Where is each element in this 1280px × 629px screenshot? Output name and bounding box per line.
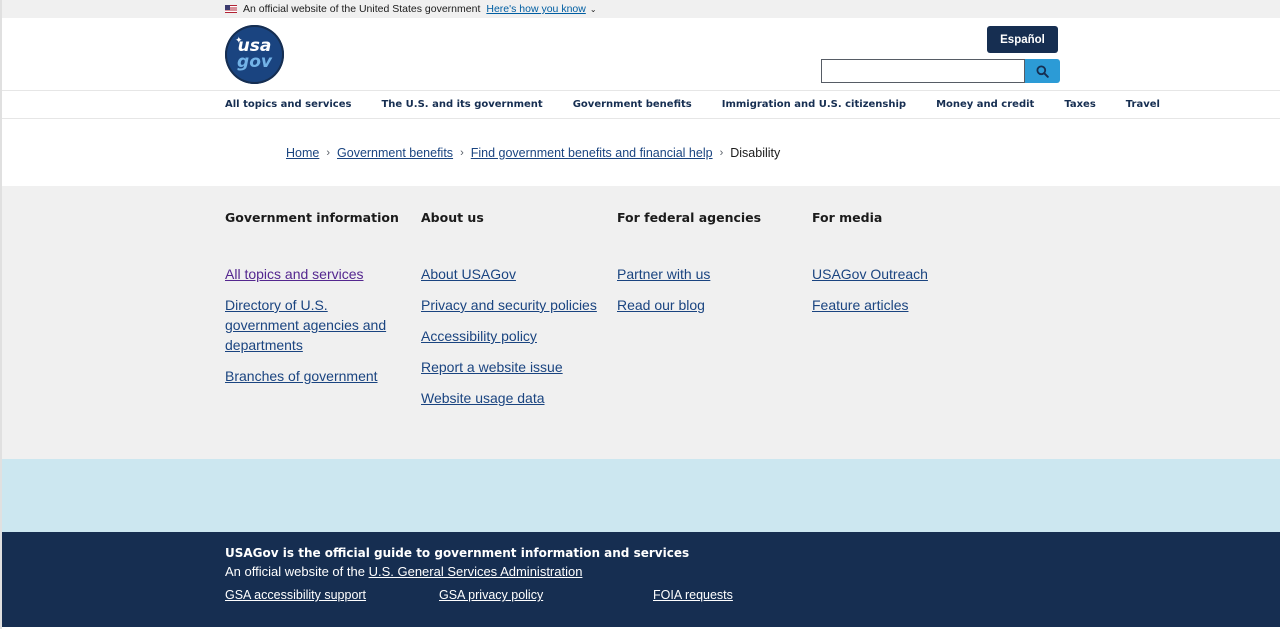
breadcrumb-home[interactable]: Home: [286, 146, 319, 160]
usagov-logo[interactable]: ✦ usa gov: [225, 25, 284, 84]
search-input[interactable]: [821, 59, 1025, 83]
identifier-footer: USAGov is the official guide to governme…: [2, 532, 1280, 627]
how-you-know-link[interactable]: Here's how you know: [486, 3, 585, 15]
footer-link[interactable]: Report a website issue: [421, 359, 563, 375]
search-button[interactable]: [1025, 59, 1060, 83]
footer-link[interactable]: Accessibility policy: [421, 328, 537, 344]
chevron-down-icon[interactable]: ⌄: [590, 5, 597, 14]
nav-taxes[interactable]: Taxes: [1064, 99, 1095, 110]
nav-money-credit[interactable]: Money and credit: [936, 99, 1034, 110]
star-icon: ✦: [235, 36, 243, 46]
footer-official-line: An official website of the U.S. General …: [225, 564, 582, 579]
nav-immigration[interactable]: Immigration and U.S. citizenship: [722, 99, 906, 110]
gsa-privacy-link[interactable]: GSA privacy policy: [439, 588, 543, 602]
chevron-right-icon: ›: [326, 146, 331, 159]
us-flag-icon: [225, 5, 237, 13]
footer-link[interactable]: USAGov Outreach: [812, 266, 928, 282]
footer-tagline: USAGov is the official guide to governme…: [225, 546, 690, 560]
chevron-right-icon: ›: [719, 146, 724, 159]
page: An official website of the United States…: [0, 0, 1280, 629]
official-prefix: An official website of the: [225, 564, 365, 579]
search-icon: [1036, 65, 1049, 78]
footer-link[interactable]: Feature articles: [812, 297, 908, 313]
footer-links: Government information All topics and se…: [2, 186, 1280, 459]
search-form: [821, 59, 1060, 83]
official-text: An official website of the United States…: [243, 3, 481, 15]
gsa-accessibility-link[interactable]: GSA accessibility support: [225, 588, 366, 602]
chevron-right-icon: ›: [460, 146, 464, 159]
light-blue-band: [2, 459, 1280, 532]
footer-link[interactable]: Partner with us: [617, 266, 710, 282]
footer-heading: For media: [812, 210, 883, 225]
footer-link[interactable]: Read our blog: [617, 297, 705, 313]
footer-heading: About us: [421, 210, 484, 225]
espanol-button[interactable]: Español: [987, 26, 1058, 53]
footer-heading: Government information: [225, 210, 399, 225]
breadcrumb-government-benefits[interactable]: Government benefits: [337, 146, 453, 160]
nav-all-topics[interactable]: All topics and services: [225, 99, 351, 110]
nav-government-benefits[interactable]: Government benefits: [573, 99, 692, 110]
footer-link[interactable]: Website usage data: [421, 390, 545, 406]
nav-travel[interactable]: Travel: [1126, 99, 1160, 110]
foia-link[interactable]: FOIA requests: [653, 588, 733, 602]
breadcrumb-current: Disability: [730, 145, 781, 160]
gsa-link[interactable]: U.S. General Services Administration: [369, 564, 583, 579]
footer-link[interactable]: Privacy and security policies: [421, 297, 597, 313]
footer-link[interactable]: About USAGov: [421, 266, 516, 282]
breadcrumb-find-benefits[interactable]: Find government benefits and financial h…: [471, 146, 713, 160]
site-header: ✦ usa gov Español: [2, 18, 1280, 90]
footer-link[interactable]: Directory of U.S. government agencies an…: [225, 297, 386, 353]
nav-us-government[interactable]: The U.S. and its government: [381, 99, 542, 110]
footer-link[interactable]: Branches of government: [225, 368, 378, 384]
logo-text-gov: gov: [237, 51, 272, 72]
breadcrumb: Home › Government benefits › Find govern…: [2, 119, 1280, 186]
footer-heading: For federal agencies: [617, 210, 762, 225]
gov-banner: An official website of the United States…: [2, 0, 1280, 18]
footer-link[interactable]: All topics and services: [225, 266, 364, 282]
main-nav: All topics and services The U.S. and its…: [2, 90, 1280, 119]
